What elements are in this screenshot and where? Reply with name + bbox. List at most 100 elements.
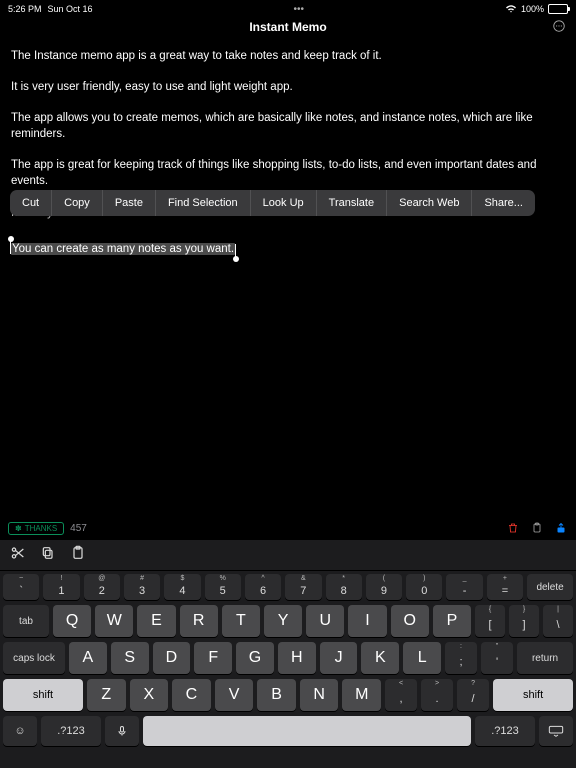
share-button[interactable]: Share... (472, 190, 535, 216)
key-6[interactable]: ^6 (245, 574, 281, 600)
status-time: 5:26 PM (8, 4, 42, 14)
thanks-badge[interactable]: ✽ THANKS (8, 522, 64, 535)
key-W[interactable]: W (95, 605, 133, 637)
search-web-button[interactable]: Search Web (387, 190, 472, 216)
emoji-key[interactable]: ☺ (3, 716, 37, 746)
key-punc[interactable]: :; (445, 642, 477, 674)
key-R[interactable]: R (180, 605, 218, 637)
copy-button[interactable]: Copy (52, 190, 103, 216)
paste-button[interactable]: Paste (103, 190, 156, 216)
key-S[interactable]: S (111, 642, 149, 674)
return-key[interactable]: return (517, 642, 573, 674)
memo-line: It is very user friendly, easy to use an… (11, 79, 565, 95)
key-K[interactable]: K (361, 642, 399, 674)
key-T[interactable]: T (222, 605, 260, 637)
numeric-key-right[interactable]: .?123 (475, 716, 535, 746)
key-punc[interactable]: <, (385, 679, 417, 711)
key-\[interactable]: |\ (543, 605, 573, 637)
key-E[interactable]: E (137, 605, 175, 637)
key-Q[interactable]: Q (53, 605, 91, 637)
key-Z[interactable]: Z (87, 679, 126, 711)
keyboard-row-4: shiftZXCVBNM<,>.?/shift (3, 679, 573, 711)
key-A[interactable]: A (69, 642, 107, 674)
memo-line: The app is great for keeping track of th… (11, 157, 565, 189)
key-G[interactable]: G (236, 642, 274, 674)
mic-key[interactable] (105, 716, 139, 746)
status-date: Sun Oct 16 (48, 4, 93, 14)
key-8[interactable]: *8 (326, 574, 362, 600)
copy-icon[interactable] (40, 545, 56, 566)
memo-body[interactable]: The Instance memo app is a great way to … (0, 38, 576, 257)
key-][interactable]: }] (509, 605, 539, 637)
space-key[interactable] (143, 716, 471, 746)
key-punc[interactable]: >. (421, 679, 453, 711)
key-punc[interactable]: "' (481, 642, 513, 674)
share-icon[interactable] (554, 520, 568, 536)
key-F[interactable]: F (194, 642, 232, 674)
key-`[interactable]: ~` (3, 574, 39, 600)
key-4[interactable]: $4 (164, 574, 200, 600)
key-punc[interactable]: ?/ (457, 679, 489, 711)
key-=[interactable]: += (487, 574, 523, 600)
key-[[interactable]: {[ (475, 605, 505, 637)
key-I[interactable]: I (348, 605, 386, 637)
shift-key-right[interactable]: shift (493, 679, 573, 711)
find-selection-button[interactable]: Find Selection (156, 190, 251, 216)
key-X[interactable]: X (130, 679, 169, 711)
nav-header: Instant Memo (0, 16, 576, 38)
shift-key-left[interactable]: shift (3, 679, 83, 711)
key-9[interactable]: (9 (366, 574, 402, 600)
char-count: 457 (70, 523, 87, 534)
caps-key[interactable]: caps lock (3, 642, 65, 674)
cut-button[interactable]: Cut (10, 190, 52, 216)
selection-handle-start[interactable] (8, 236, 14, 242)
thanks-icon: ✽ (15, 524, 22, 533)
keyboard-toolbar (0, 540, 576, 571)
keyboard-row-5: ☺ .?123 .?123 (3, 716, 573, 746)
more-icon[interactable] (552, 19, 566, 36)
key-V[interactable]: V (215, 679, 254, 711)
key-H[interactable]: H (278, 642, 316, 674)
keyboard-row-3: caps lockASDFGHJKL:;"'return (3, 642, 573, 674)
lookup-button[interactable]: Look Up (251, 190, 317, 216)
key-5[interactable]: %5 (205, 574, 241, 600)
translate-button[interactable]: Translate (317, 190, 387, 216)
key--[interactable]: _- (446, 574, 482, 600)
key-Y[interactable]: Y (264, 605, 302, 637)
selected-text[interactable]: You can create as many notes as you want… (11, 243, 235, 255)
key-L[interactable]: L (403, 642, 441, 674)
memo-line: The Instance memo app is a great way to … (11, 48, 565, 64)
selection-handle-end[interactable] (233, 256, 239, 262)
key-C[interactable]: C (172, 679, 211, 711)
scissors-icon[interactable] (10, 545, 26, 566)
key-2[interactable]: @2 (84, 574, 120, 600)
trash-icon[interactable] (506, 520, 520, 536)
key-U[interactable]: U (306, 605, 344, 637)
onscreen-keyboard: ~`!1@2#3$4%5^6&7*8(9)0_-+=delete tabQWER… (0, 540, 576, 768)
key-B[interactable]: B (257, 679, 296, 711)
status-bar: 5:26 PM Sun Oct 16 ••• 100% (0, 0, 576, 16)
paste-icon[interactable] (70, 545, 86, 566)
key-J[interactable]: J (320, 642, 358, 674)
keyboard-row-1: ~`!1@2#3$4%5^6&7*8(9)0_-+=delete (3, 574, 573, 600)
key-N[interactable]: N (300, 679, 339, 711)
key-1[interactable]: !1 (43, 574, 79, 600)
clipboard-icon[interactable] (530, 520, 544, 536)
text-context-menu: Cut Copy Paste Find Selection Look Up Tr… (10, 190, 535, 216)
key-M[interactable]: M (342, 679, 381, 711)
battery-percent: 100% (521, 4, 544, 14)
delete-key[interactable]: delete (527, 574, 573, 600)
tab-key[interactable]: tab (3, 605, 49, 637)
page-title: Instant Memo (249, 20, 326, 34)
key-D[interactable]: D (153, 642, 191, 674)
key-7[interactable]: &7 (285, 574, 321, 600)
hide-keyboard-key[interactable] (539, 716, 573, 746)
key-0[interactable]: )0 (406, 574, 442, 600)
key-3[interactable]: #3 (124, 574, 160, 600)
key-P[interactable]: P (433, 605, 471, 637)
numeric-key-left[interactable]: .?123 (41, 716, 101, 746)
keyboard-row-2: tabQWERTYUIOP{[}]|\ (3, 605, 573, 637)
memo-line: The app allows you to create memos, whic… (11, 110, 565, 142)
key-O[interactable]: O (391, 605, 429, 637)
status-dots-icon: ••• (294, 4, 305, 15)
